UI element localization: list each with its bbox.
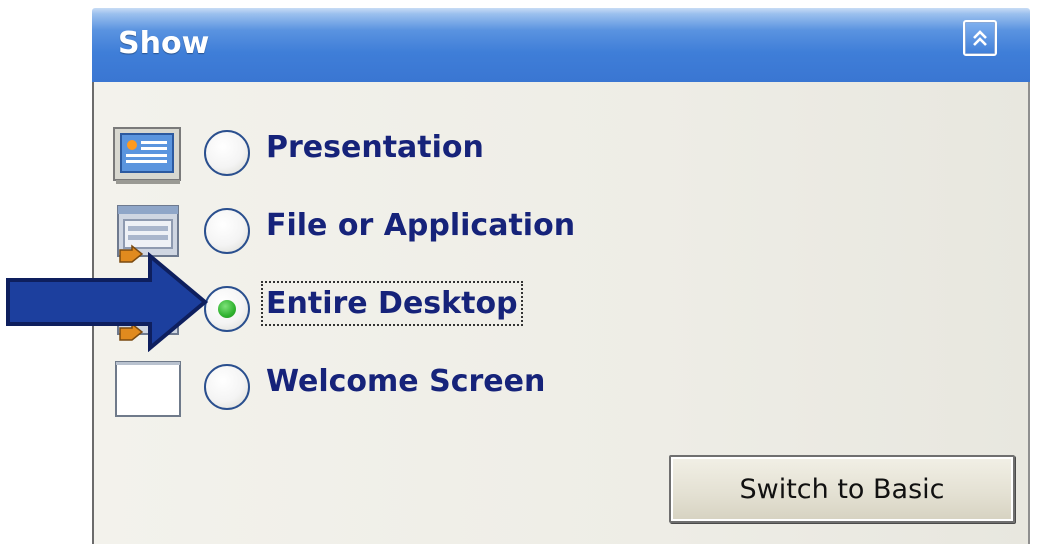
radio-welcome-screen[interactable]	[204, 364, 250, 410]
option-welcome-screen[interactable]: Welcome Screen	[94, 360, 994, 424]
radio-file-or-application[interactable]	[204, 208, 250, 254]
double-chevron-up-icon	[973, 30, 987, 46]
switch-to-basic-button[interactable]: Switch to Basic	[669, 455, 1015, 523]
option-label-file-or-application[interactable]: File or Application	[264, 206, 577, 245]
option-label-entire-desktop[interactable]: Entire Desktop	[261, 281, 523, 326]
panel-body: Presentation File or Application Entire …	[92, 82, 1030, 544]
panel-title: Show	[118, 26, 210, 61]
option-label-presentation[interactable]: Presentation	[264, 128, 486, 167]
radio-entire-desktop[interactable]	[204, 286, 250, 332]
radio-dot-selected	[218, 300, 236, 318]
option-file-or-application[interactable]: File or Application	[94, 204, 994, 268]
collapse-button[interactable]	[963, 20, 997, 56]
panel-title-bar: Show	[92, 8, 1030, 82]
pointer-arrow-icon	[6, 252, 209, 352]
option-label-welcome-screen[interactable]: Welcome Screen	[264, 362, 547, 401]
presentation-icon	[113, 127, 181, 184]
option-presentation[interactable]: Presentation	[94, 126, 994, 190]
screenshot-stage: Show Presentation File or Application En…	[0, 0, 1037, 547]
blank-screen-icon	[115, 361, 181, 417]
option-entire-desktop[interactable]: Entire Desktop	[94, 281, 994, 346]
show-panel: Show Presentation File or Application En…	[92, 8, 1030, 544]
radio-presentation[interactable]	[204, 130, 250, 176]
